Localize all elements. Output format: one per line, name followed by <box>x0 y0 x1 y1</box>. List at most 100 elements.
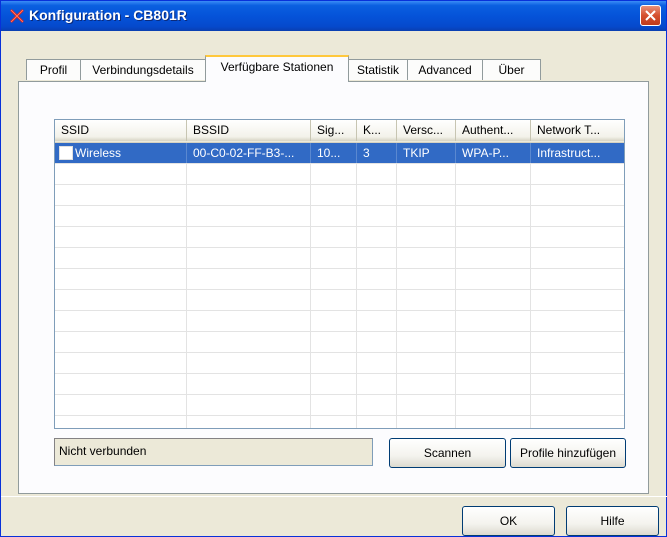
empty-row <box>55 290 624 311</box>
ok-button[interactable]: OK <box>462 506 555 536</box>
grid-line <box>455 332 456 352</box>
grid-line <box>186 206 187 226</box>
cell-signal: 10... <box>311 143 357 163</box>
empty-row <box>55 248 624 269</box>
cell-channel: 3 <box>357 143 397 163</box>
column-network-type[interactable]: Network T... <box>531 120 624 141</box>
scan-button[interactable]: Scannen <box>389 438 506 468</box>
grid-line <box>455 206 456 226</box>
stations-list[interactable]: SSID BSSID Sig... K... Versc... Authent.… <box>54 119 625 429</box>
tab-profil[interactable]: Profil <box>26 59 81 80</box>
grid-line <box>455 269 456 289</box>
grid-line <box>356 311 357 331</box>
close-icon <box>645 10 656 21</box>
grid-line <box>356 206 357 226</box>
column-authentication[interactable]: Authent... <box>456 120 531 141</box>
grid-line <box>455 353 456 373</box>
grid-line <box>530 311 531 331</box>
grid-line <box>186 332 187 352</box>
tab-advanced[interactable]: Advanced <box>407 59 483 80</box>
grid-line <box>310 353 311 373</box>
grid-line <box>396 248 397 268</box>
grid-line <box>186 164 187 184</box>
grid-line <box>396 416 397 428</box>
grid-line <box>186 269 187 289</box>
grid-line <box>396 353 397 373</box>
grid-line <box>530 416 531 428</box>
grid-line <box>455 185 456 205</box>
grid-line <box>310 374 311 394</box>
grid-line <box>530 353 531 373</box>
grid-line <box>530 374 531 394</box>
grid-line <box>356 248 357 268</box>
empty-row <box>55 353 624 374</box>
tab-verfuegbare-stationen[interactable]: Verfügbare Stationen <box>205 55 349 82</box>
column-channel[interactable]: K... <box>357 120 397 141</box>
title-bar[interactable]: Konfiguration - CB801R <box>1 1 666 31</box>
grid-line <box>356 164 357 184</box>
grid-line <box>310 164 311 184</box>
grid-line <box>530 164 531 184</box>
grid-line <box>186 185 187 205</box>
grid-line <box>530 248 531 268</box>
empty-row <box>55 374 624 395</box>
grid-line <box>356 416 357 428</box>
status-field: Nicht verbunden <box>54 438 373 466</box>
grid-line <box>396 311 397 331</box>
grid-line <box>530 227 531 247</box>
grid-line <box>310 395 311 415</box>
grid-line <box>310 311 311 331</box>
grid-line <box>310 332 311 352</box>
help-button[interactable]: Hilfe <box>566 506 659 536</box>
column-signal[interactable]: Sig... <box>311 120 357 141</box>
grid-line <box>186 374 187 394</box>
empty-row <box>55 332 624 353</box>
grid-line <box>310 185 311 205</box>
cell-encryption: TKIP <box>397 143 456 163</box>
grid-line <box>396 290 397 310</box>
empty-row <box>55 164 624 185</box>
list-header: SSID BSSID Sig... K... Versc... Authent.… <box>55 120 624 143</box>
grid-line <box>356 290 357 310</box>
table-row[interactable]: Wireless 00-C0-02-FF-B3-... 10... 3 TKIP… <box>55 143 624 164</box>
grid-line <box>455 311 456 331</box>
grid-line <box>356 269 357 289</box>
tab-statistik[interactable]: Statistik <box>348 59 408 80</box>
empty-row <box>55 311 624 332</box>
cell-bssid: 00-C0-02-FF-B3-... <box>187 143 311 163</box>
cell-network-type: Infrastruct... <box>531 143 624 163</box>
column-encryption[interactable]: Versc... <box>397 120 456 141</box>
grid-line <box>455 227 456 247</box>
grid-line <box>310 206 311 226</box>
grid-line <box>310 227 311 247</box>
grid-line <box>186 353 187 373</box>
cell-authentication: WPA-P... <box>456 143 531 163</box>
grid-line <box>356 374 357 394</box>
grid-line <box>396 206 397 226</box>
add-profile-button[interactable]: Profile hinzufügen <box>510 438 626 468</box>
grid-line <box>396 395 397 415</box>
tab-verbindungsdetails[interactable]: Verbindungsdetails <box>80 59 206 80</box>
grid-line <box>530 185 531 205</box>
grid-line <box>396 269 397 289</box>
grid-line <box>356 395 357 415</box>
config-window: Konfiguration - CB801R Profil Verbindung… <box>0 0 667 537</box>
grid-line <box>455 248 456 268</box>
column-bssid[interactable]: BSSID <box>187 120 311 141</box>
tab-ueber[interactable]: Über <box>482 59 541 80</box>
grid-line <box>530 269 531 289</box>
grid-line <box>356 227 357 247</box>
grid-line <box>356 353 357 373</box>
grid-line <box>455 164 456 184</box>
divider <box>1 496 667 497</box>
grid-line <box>186 290 187 310</box>
grid-line <box>396 164 397 184</box>
grid-line <box>356 332 357 352</box>
column-ssid[interactable]: SSID <box>55 120 187 141</box>
grid-line <box>455 290 456 310</box>
grid-line <box>455 374 456 394</box>
close-button[interactable] <box>640 5 661 26</box>
grid-line <box>396 332 397 352</box>
grid-line <box>310 248 311 268</box>
grid-line <box>530 290 531 310</box>
